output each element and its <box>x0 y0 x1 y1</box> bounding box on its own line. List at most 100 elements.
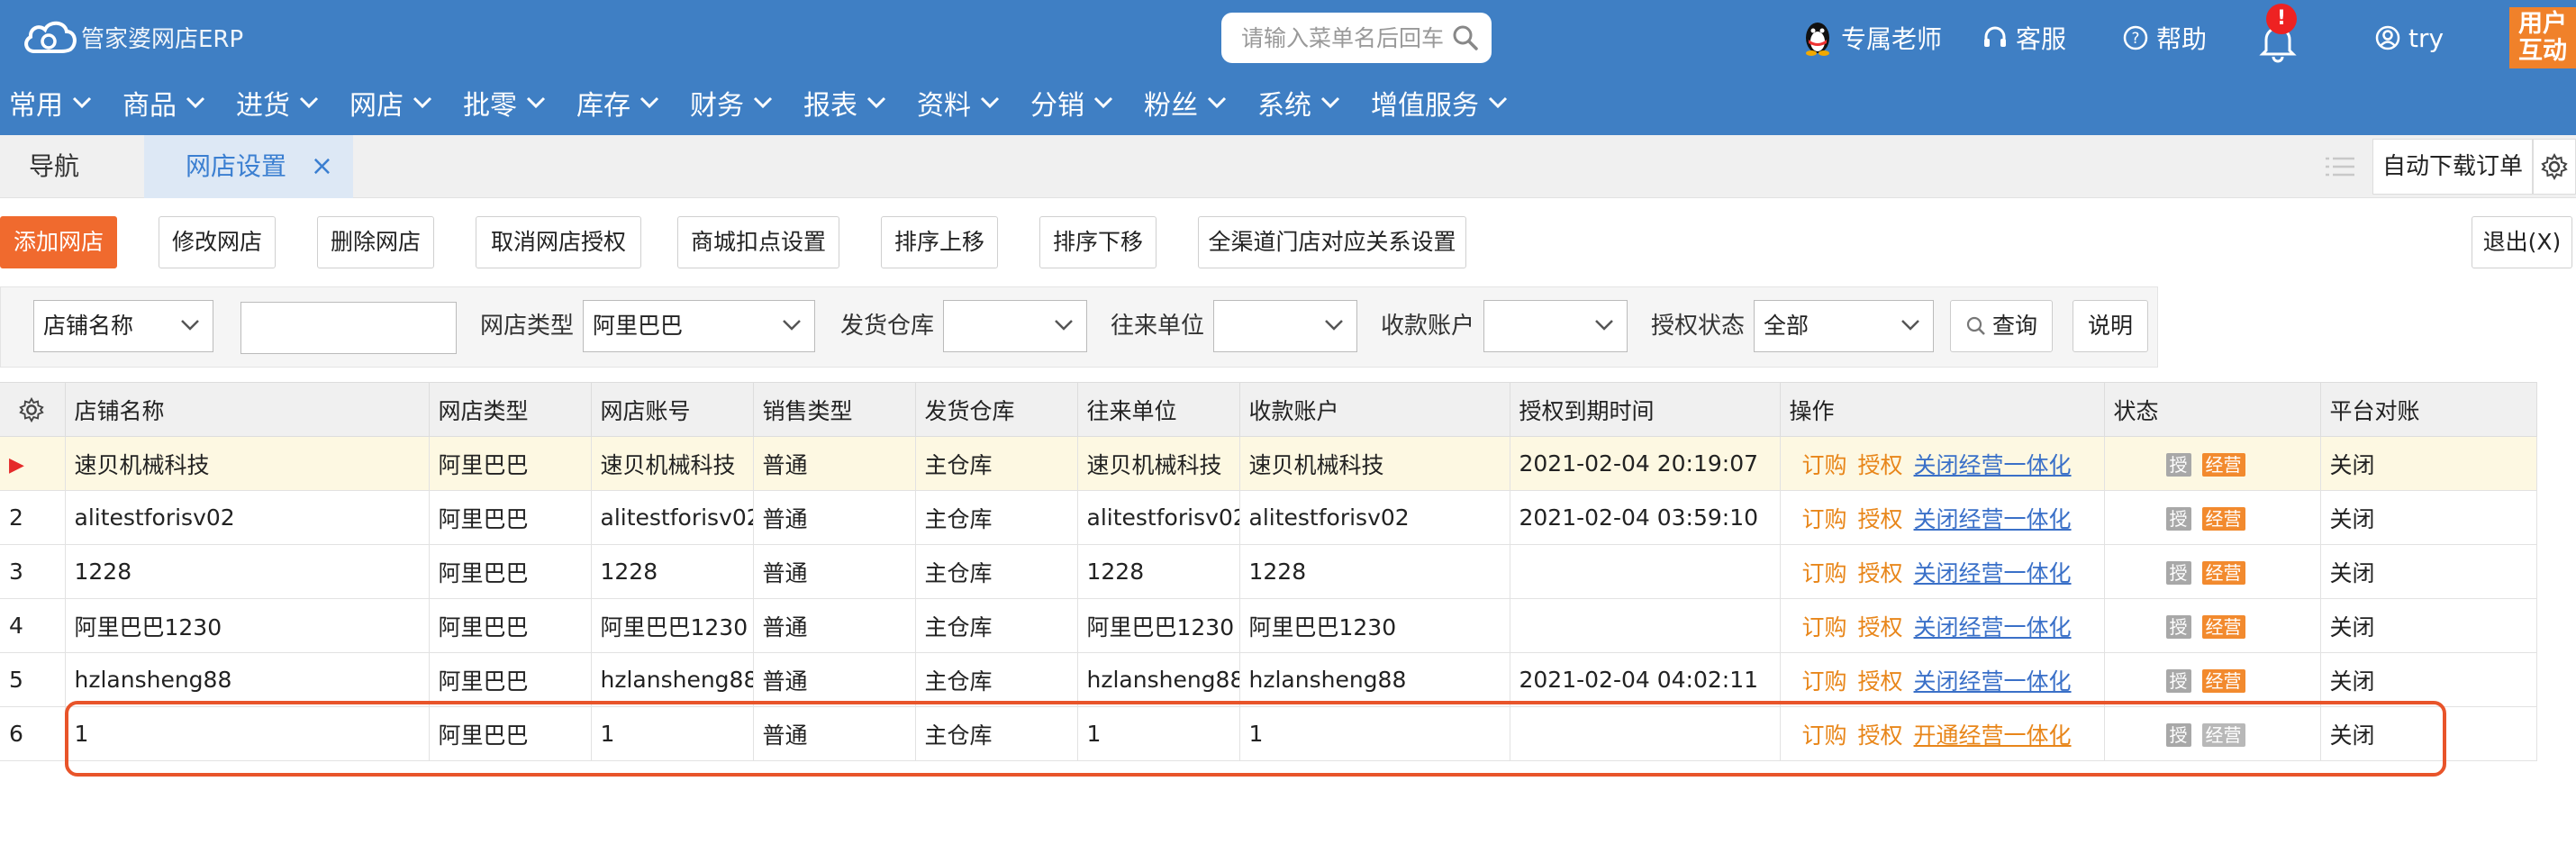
integration-link[interactable]: 开通经营一体化 <box>1914 722 2072 749</box>
move-down-button[interactable]: 排序下移 <box>1039 216 1156 268</box>
menu-item[interactable]: 常用 <box>0 77 101 128</box>
column-header[interactable]: 操作 <box>1780 382 2105 437</box>
menu-item[interactable]: 资料 <box>908 77 1009 128</box>
column-header[interactable]: 网店账号 <box>591 382 754 437</box>
menu-label: 进货 <box>236 90 290 122</box>
menu-item[interactable]: 系统 <box>1248 77 1349 128</box>
business-status-badge: 经营 <box>2201 723 2245 747</box>
authorize-link[interactable]: 授权 <box>1858 668 1903 695</box>
order-link[interactable]: 订购 <box>1802 452 1847 478</box>
table-row[interactable]: 6 1 阿里巴巴 1 普通 主仓库 1 1 订购 授权 开通经营一体化授经营 关闭 <box>0 706 2537 761</box>
column-header[interactable]: 状态 <box>2104 382 2321 437</box>
cell-payment-account: 速贝机械科技 <box>1239 436 1510 491</box>
row-index: 3 <box>0 544 66 599</box>
order-link[interactable]: 订购 <box>1802 668 1847 695</box>
delete-shop-button[interactable]: 删除网店 <box>317 216 434 268</box>
authorize-link[interactable]: 授权 <box>1858 560 1903 586</box>
column-settings[interactable] <box>0 382 66 437</box>
cell-shop-type: 阿里巴巴 <box>429 598 592 653</box>
authorize-link[interactable]: 授权 <box>1858 506 1903 532</box>
move-up-button[interactable]: 排序上移 <box>881 216 998 268</box>
authorize-link[interactable]: 授权 <box>1858 614 1903 640</box>
order-link[interactable]: 订购 <box>1802 506 1847 532</box>
tab-shop-settings[interactable]: 网店设置 × <box>144 135 353 198</box>
order-link[interactable]: 订购 <box>1802 722 1847 749</box>
row-index: 4 <box>0 598 66 653</box>
edit-shop-button[interactable]: 修改网店 <box>159 216 276 268</box>
service-link[interactable]: 客服 <box>1982 18 2066 58</box>
integration-link[interactable]: 关闭经营一体化 <box>1914 560 2072 586</box>
order-link[interactable]: 订购 <box>1802 560 1847 586</box>
headset-icon <box>1984 26 2006 47</box>
integration-link[interactable]: 关闭经营一体化 <box>1914 452 2072 478</box>
search-icon[interactable] <box>1452 24 1479 51</box>
cell-warehouse: 主仓库 <box>915 544 1078 599</box>
column-header[interactable]: 网店类型 <box>429 382 592 437</box>
field-select[interactable]: 店铺名称 <box>33 300 213 352</box>
menu-item[interactable]: 分销 <box>1021 77 1122 128</box>
table-row[interactable]: 5 hzlansheng88 阿里巴巴 hzlansheng88 普通 主仓库 hzlans… <box>0 652 2537 707</box>
cell-status: 授经营 <box>2104 598 2321 653</box>
cell-sale-type: 普通 <box>753 544 916 599</box>
explain-button[interactable]: 说明 <box>2073 300 2148 352</box>
menu-item[interactable]: 报表 <box>794 77 895 128</box>
user-interaction-button[interactable]: 用户 互动 <box>2509 7 2576 68</box>
integration-link[interactable]: 关闭经营一体化 <box>1914 614 2072 640</box>
deduction-settings-button[interactable]: 商城扣点设置 <box>677 216 839 268</box>
user-menu[interactable]: try <box>2374 18 2444 58</box>
chevron-down-icon <box>526 96 546 109</box>
menu-item[interactable]: 库存 <box>567 77 668 128</box>
keyword-input[interactable] <box>240 302 457 354</box>
row-index-value: 5 <box>9 667 23 693</box>
column-header[interactable]: 店铺名称 <box>65 382 430 437</box>
menu-item[interactable]: 财务 <box>681 77 782 128</box>
order-link[interactable]: 订购 <box>1802 614 1847 640</box>
authorize-link[interactable]: 授权 <box>1858 722 1903 749</box>
settings-button[interactable] <box>2533 139 2576 195</box>
authorize-link[interactable]: 授权 <box>1858 452 1903 478</box>
column-header[interactable]: 发货仓库 <box>915 382 1078 437</box>
qq-penguin-icon <box>1806 23 1829 56</box>
query-button[interactable]: 查询 <box>1950 300 2053 352</box>
channel-mapping-button[interactable]: 全渠道门店对应关系设置 <box>1198 216 1466 268</box>
list-icon[interactable] <box>2324 153 2356 180</box>
table-row[interactable]: 3 1228 阿里巴巴 1228 普通 主仓库 1228 1228 订购 授权 关闭经营一体化授经营… <box>0 544 2537 599</box>
menu-item[interactable]: 商品 <box>113 77 214 128</box>
menu-item[interactable]: 批零 <box>454 77 555 128</box>
close-icon[interactable]: × <box>311 135 333 198</box>
menu-item[interactable]: 增值服务 <box>1362 77 1517 128</box>
table-row[interactable]: 4 阿里巴巴1230 阿里巴巴 阿里巴巴1230 普通 主仓库 阿里巴巴1230 阿里巴巴12… <box>0 598 2537 653</box>
menu-label: 库存 <box>576 90 630 122</box>
column-header[interactable]: 销售类型 <box>753 382 916 437</box>
cell-reconciliation: 关闭 <box>2320 652 2537 707</box>
tab-navigation[interactable]: 导航 <box>0 135 144 198</box>
table-row[interactable]: 2 alitestforisv02 阿里巴巴 alitestforisv02 普通 主仓库… <box>0 490 2537 545</box>
table-row[interactable]: ▶ 速贝机械科技 阿里巴巴 速贝机械科技 普通 主仓库 速贝机械科技 速贝机械科技 2021-0… <box>0 436 2537 491</box>
auth-status-select[interactable]: 全部 <box>1754 300 1934 352</box>
partner-select[interactable] <box>1213 300 1357 352</box>
chevron-down-icon <box>639 96 659 109</box>
chevron-down-icon <box>783 320 801 331</box>
menu-search-input[interactable] <box>1241 24 1457 51</box>
column-header[interactable]: 授权到期时间 <box>1510 382 1781 437</box>
integration-link[interactable]: 关闭经营一体化 <box>1914 506 2072 532</box>
menu-item[interactable]: 进货 <box>227 77 328 128</box>
column-header[interactable]: 收款账户 <box>1239 382 1510 437</box>
add-shop-button[interactable]: 添加网店 <box>0 216 117 268</box>
integration-link[interactable]: 关闭经营一体化 <box>1914 668 2072 695</box>
column-header[interactable]: 往来单位 <box>1077 382 1240 437</box>
cell-operations: 订购 授权 关闭经营一体化 <box>1780 598 2105 653</box>
auto-download-orders-button[interactable]: 自动下载订单 <box>2372 139 2533 195</box>
warehouse-select[interactable] <box>943 300 1087 352</box>
exit-button[interactable]: 退出(X) <box>2472 216 2572 268</box>
account-select[interactable] <box>1483 300 1628 352</box>
logo[interactable]: 管家婆网店ERP <box>22 14 243 59</box>
help-link[interactable]: ? 帮助 <box>2122 18 2207 58</box>
column-header[interactable]: 平台对账 <box>2320 382 2537 437</box>
shop-type-select[interactable]: 阿里巴巴 <box>583 300 815 352</box>
menu-item[interactable]: 网店 <box>340 77 441 128</box>
auth-status-badge: 授 <box>2165 669 2191 693</box>
cancel-auth-button[interactable]: 取消网店授权 <box>476 216 641 268</box>
teacher-link[interactable]: 专属老师 <box>1801 18 1942 58</box>
menu-item[interactable]: 粉丝 <box>1135 77 1236 128</box>
